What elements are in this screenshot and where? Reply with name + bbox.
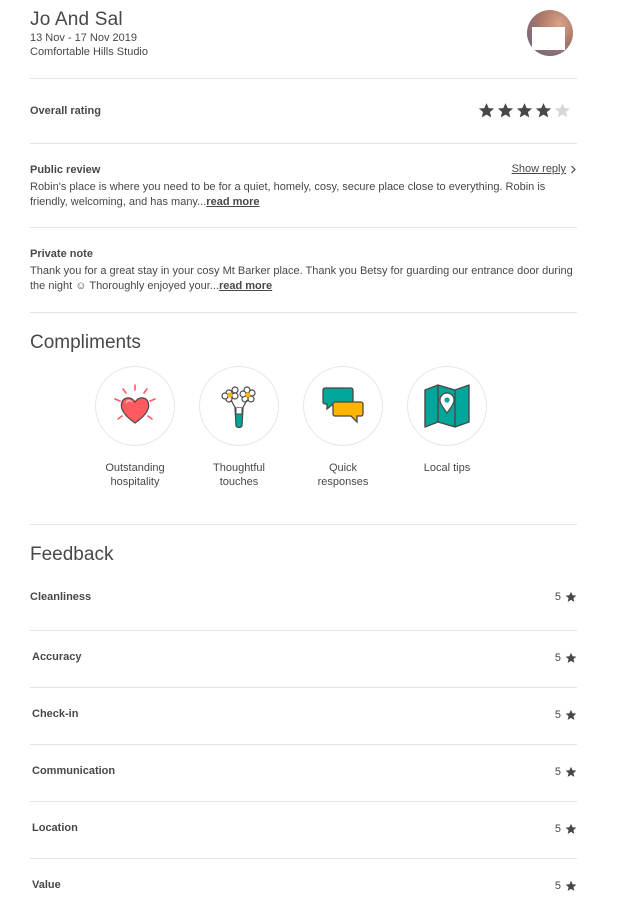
feedback-label: Accuracy — [32, 651, 82, 663]
compliments-heading: Compliments — [30, 332, 141, 353]
guest-avatar[interactable] — [527, 10, 573, 56]
feedback-score-value: 5 — [554, 823, 561, 835]
feedback-score: 5 — [555, 709, 577, 721]
avatar-redaction — [532, 27, 565, 50]
star-icon — [565, 823, 577, 834]
divider — [30, 801, 577, 802]
private-note-body: Thank you for a great stay in your cosy … — [30, 265, 573, 292]
compliment-badge — [95, 366, 175, 446]
public-review-label: Public review — [30, 164, 101, 176]
listing-name: Comfortable Hills Studio — [30, 46, 148, 58]
compliment-badge — [303, 366, 383, 446]
private-note-text: Thank you for a great stay in your cosy … — [30, 264, 575, 293]
divider — [30, 630, 577, 631]
feedback-score-value: 5 — [554, 591, 561, 603]
star-icon — [565, 766, 577, 777]
private-note-label: Private note — [30, 248, 93, 260]
feedback-row-value: Value 5 — [30, 874, 577, 904]
public-review-text: Robin's place is where you need to be fo… — [30, 180, 575, 209]
star-icon — [565, 652, 577, 663]
feedback-score: 5 — [555, 652, 577, 664]
feedback-heading: Feedback — [30, 544, 114, 565]
star-icon — [478, 103, 495, 118]
divider — [30, 687, 577, 688]
feedback-row-communication: Communication 5 — [30, 760, 577, 817]
compliment-quick-responses: Quick responses — [291, 366, 395, 489]
feedback-score-value: 5 — [554, 652, 561, 664]
compliment-label-line1: Local tips — [423, 462, 471, 474]
star-empty-icon — [554, 103, 571, 118]
show-reply-link[interactable]: Show reply — [512, 163, 577, 175]
feedback-label: Cleanliness — [30, 591, 92, 603]
divider — [30, 858, 577, 859]
guest-name: Jo And Sal — [30, 9, 123, 30]
divider — [30, 524, 577, 525]
compliment-thoughtful-touches: Thoughtful touches — [187, 366, 291, 489]
feedback-score: 5 — [555, 880, 577, 892]
feedback-label: Check-in — [32, 708, 79, 720]
star-icon — [565, 880, 577, 891]
compliment-label-line1: Thoughtful — [213, 462, 265, 474]
compliment-label-line2: responses — [317, 476, 369, 488]
feedback-label: Communication — [32, 765, 116, 777]
feedback-row-cleanliness: Cleanliness 5 — [30, 586, 577, 643]
overall-rating-label: Overall rating — [30, 105, 101, 117]
public-review-read-more-link[interactable]: read more — [206, 196, 259, 208]
public-review-body: Robin's place is where you need to be fo… — [30, 181, 546, 208]
feedback-score: 5 — [555, 766, 577, 778]
feedback-score-value: 5 — [554, 766, 561, 778]
feedback-row-location: Location 5 — [30, 817, 577, 874]
flowers-icon — [221, 386, 256, 429]
private-note-read-more-link[interactable]: read more — [219, 280, 272, 292]
compliment-label-line2: touches — [219, 476, 259, 488]
feedback-score: 5 — [555, 591, 577, 603]
heart-icon — [114, 384, 156, 424]
feedback-score: 5 — [555, 823, 577, 835]
star-icon — [535, 103, 552, 118]
compliment-label-line2: hospitality — [110, 476, 160, 488]
divider — [30, 78, 577, 79]
divider — [30, 143, 577, 144]
stay-dates: 13 Nov - 17 Nov 2019 — [30, 32, 138, 44]
star-icon — [565, 709, 577, 720]
feedback-label: Location — [32, 822, 78, 834]
compliment-label-line1: Quick — [328, 462, 358, 474]
show-reply-label: Show reply — [511, 163, 566, 175]
chevron-right-icon — [571, 165, 576, 173]
compliment-badge — [407, 366, 487, 446]
star-icon — [497, 103, 514, 118]
compliment-badge — [199, 366, 279, 446]
feedback-score-value: 5 — [554, 709, 561, 721]
compliment-outstanding-hospitality: Outstanding hospitality — [83, 366, 187, 489]
feedback-row-check-in: Check-in 5 — [30, 703, 577, 760]
feedback-row-accuracy: Accuracy 5 — [30, 646, 577, 703]
star-icon — [516, 103, 533, 118]
chat-bubbles-icon — [322, 387, 364, 424]
review-detail-page: Jo And Sal 13 Nov - 17 Nov 2019 Comforta… — [30, 0, 577, 904]
divider — [30, 744, 577, 745]
compliment-local-tips: Local tips — [395, 366, 499, 475]
compliment-label-line1: Outstanding — [105, 462, 165, 474]
overall-rating-stars — [478, 102, 571, 119]
divider — [30, 312, 577, 313]
map-pin-icon — [424, 384, 470, 428]
feedback-score-value: 5 — [554, 880, 561, 892]
star-icon — [565, 591, 577, 602]
feedback-label: Value — [32, 879, 61, 891]
divider — [30, 227, 577, 228]
